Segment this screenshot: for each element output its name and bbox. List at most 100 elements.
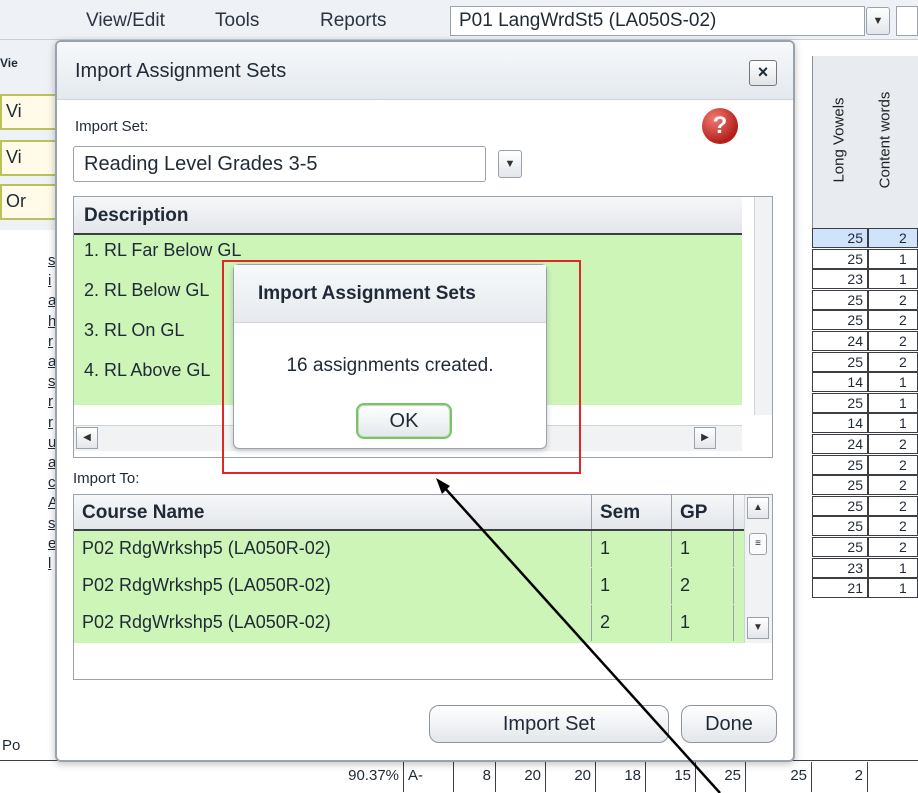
summary-value: 8 (454, 762, 496, 792)
grid-cell-content-words[interactable]: 1 (868, 413, 918, 434)
import-set-button[interactable]: Import Set (429, 705, 669, 743)
grid-cell-long-vowels[interactable]: 25 (812, 392, 868, 413)
grid-cell-content-words[interactable]: 2 (868, 495, 918, 516)
import-set-select[interactable]: Reading Level Grades 3-5 (73, 146, 486, 182)
highlight-rectangle (222, 260, 581, 474)
import-to-list: P02 RdgWrkshp5 (LA050R-02) 1 1 P02 RdgWr… (74, 531, 744, 643)
grid-cell-long-vowels[interactable]: 25 (812, 248, 868, 269)
student-name-fragment[interactable]: r (48, 393, 53, 410)
done-button[interactable]: Done (681, 705, 777, 743)
grid-cell-content-words[interactable]: 1 (868, 578, 918, 599)
grid-cell-content-words[interactable]: 2 (868, 537, 918, 557)
course-name-cell: P02 RdgWrkshp5 (LA050R-02) (74, 531, 592, 567)
grid-cell-long-vowels[interactable]: 24 (812, 434, 868, 454)
left-order-tab[interactable]: Or (0, 184, 60, 220)
grid-cell-long-vowels[interactable]: 25 (812, 454, 868, 475)
left-view-tab-2[interactable]: Vi (0, 140, 60, 176)
chevron-down-icon: ▼ (872, 15, 884, 27)
summary-value: 15 (646, 762, 696, 792)
secondary-select[interactable] (896, 6, 918, 36)
grid-cell-content-words[interactable]: 1 (868, 557, 918, 578)
sem-cell: 1 (592, 531, 672, 567)
grid-cell-content-words[interactable]: 2 (868, 454, 918, 475)
description-vertical-scrollbar[interactable] (754, 197, 772, 415)
scroll-up-icon[interactable]: ▲ (747, 497, 769, 519)
summary-left-label: Po (2, 737, 21, 754)
course-name-cell: P02 RdgWrkshp5 (LA050R-02) (74, 605, 592, 641)
summary-percent: 90.37% (312, 762, 404, 792)
grid-cell-long-vowels[interactable]: 25 (812, 516, 868, 537)
grid-cell-content-words[interactable]: 2 (868, 228, 918, 248)
grid-cell-long-vowels[interactable]: 25 (812, 289, 868, 310)
close-icon[interactable]: × (749, 60, 777, 86)
column-sem[interactable]: Sem (592, 495, 672, 529)
import-to-scrollbar[interactable]: ▲ ≡ ▼ (744, 495, 772, 643)
scroll-left-icon[interactable]: ◀ (76, 427, 98, 449)
summary-value: 20 (546, 762, 596, 792)
left-tab-caption: Vie (0, 56, 18, 70)
grid-cell-long-vowels[interactable]: 23 (812, 269, 868, 290)
grid-cell-long-vowels[interactable]: 14 (812, 372, 868, 393)
grid-cell-content-words[interactable]: 1 (868, 248, 918, 269)
student-name-fragment[interactable]: i (48, 272, 51, 289)
course-row[interactable]: P02 RdgWrkshp5 (LA050R-02) 1 2 (74, 568, 744, 604)
student-name-fragment[interactable]: r (48, 333, 53, 350)
grid-cell-content-words[interactable]: 2 (868, 351, 918, 372)
grid-cell-content-words[interactable]: 2 (868, 310, 918, 331)
grid-cell-content-words[interactable]: 1 (868, 392, 918, 413)
course-row[interactable]: P02 RdgWrkshp5 (LA050R-02) 2 1 (74, 605, 744, 641)
grid-cell-content-words[interactable]: 1 (868, 269, 918, 290)
grid-cell-content-words[interactable]: 2 (868, 434, 918, 454)
grid-cell-long-vowels[interactable]: 25 (812, 228, 868, 248)
course-dropdown-button[interactable]: ▼ (866, 7, 890, 35)
menu-view-edit[interactable]: View/Edit (86, 10, 165, 32)
student-name-fragment[interactable]: r (48, 414, 53, 431)
summary-value: 25 (746, 762, 812, 792)
course-row[interactable]: P02 RdgWrkshp5 (LA050R-02) 1 1 (74, 531, 744, 567)
grid-cell-long-vowels[interactable]: 21 (812, 578, 868, 599)
course-select[interactable]: P01 LangWrdSt5 (LA050S-02) (450, 6, 865, 36)
dialog-title: Import Assignment Sets (57, 42, 793, 100)
import-set-label: Import Set: (75, 118, 149, 135)
grid-cell-long-vowels[interactable]: 23 (812, 557, 868, 578)
left-view-tab-1[interactable]: Vi (0, 94, 60, 130)
grid-header-long-vowels: Long Vowels (830, 97, 848, 183)
import-to-label: Import To: (73, 470, 140, 487)
scroll-thumb[interactable]: ≡ (749, 533, 767, 555)
grid-cell-content-words[interactable]: 2 (868, 516, 918, 537)
import-to-table: Course Name Sem GP P02 RdgWrkshp5 (LA050… (73, 494, 773, 680)
scroll-down-icon[interactable]: ▼ (747, 617, 769, 639)
gp-cell: 2 (672, 568, 734, 604)
grid-cell-content-words[interactable]: 2 (868, 289, 918, 310)
grid-cell-content-words[interactable]: 2 (868, 331, 918, 351)
student-name-fragment[interactable]: l (48, 555, 51, 572)
menu-reports[interactable]: Reports (320, 10, 387, 32)
grid-cell-content-words[interactable]: 2 (868, 475, 918, 496)
grid-cell-long-vowels[interactable]: 25 (812, 537, 868, 557)
grid-cell-long-vowels[interactable]: 24 (812, 331, 868, 351)
description-header: Description (74, 197, 742, 235)
menu-tools[interactable]: Tools (215, 10, 259, 32)
grid-cell-long-vowels[interactable]: 14 (812, 413, 868, 434)
grid-cell-long-vowels[interactable]: 25 (812, 351, 868, 372)
grid-cell-long-vowels[interactable]: 25 (812, 475, 868, 496)
menu-bar: View/Edit Tools Reports P01 LangWrdSt5 (… (0, 0, 918, 40)
gp-cell: 1 (672, 531, 734, 567)
help-icon[interactable]: ? (702, 108, 738, 144)
grid-cell-long-vowels[interactable]: 25 (812, 495, 868, 516)
chevron-down-icon: ▼ (504, 158, 516, 170)
sem-cell: 2 (592, 605, 672, 641)
summary-value: 18 (596, 762, 646, 792)
scroll-right-icon[interactable]: ▶ (694, 427, 716, 449)
column-course-name[interactable]: Course Name (74, 495, 592, 529)
grid-cell-long-vowels[interactable]: 25 (812, 310, 868, 331)
grid-cell-content-words[interactable]: 1 (868, 372, 918, 393)
import-to-header: Course Name Sem GP (74, 495, 744, 531)
grid-header-content-words: Content words (876, 91, 894, 189)
column-gp[interactable]: GP (672, 495, 734, 529)
course-name-cell: P02 RdgWrkshp5 (LA050R-02) (74, 568, 592, 604)
summary-value: 20 (496, 762, 546, 792)
summary-value: 25 (696, 762, 746, 792)
import-set-dropdown-button[interactable]: ▼ (498, 150, 522, 178)
sem-cell: 1 (592, 568, 672, 604)
